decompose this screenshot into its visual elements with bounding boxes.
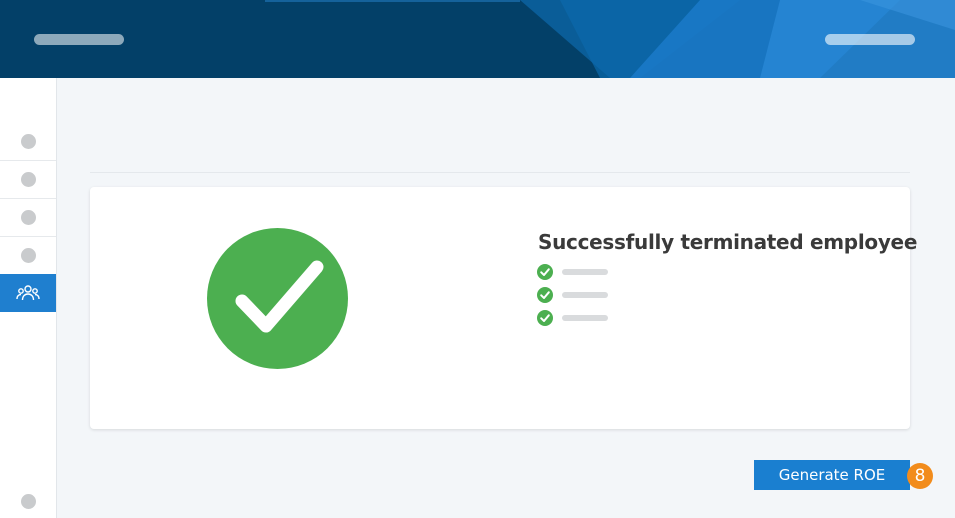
sidebar-item-4[interactable] [0, 237, 56, 275]
step-badge: 8 [907, 463, 933, 489]
circle-icon [20, 172, 36, 187]
placeholder-line [562, 269, 608, 275]
generate-roe-button[interactable]: Generate ROE [754, 460, 910, 490]
check-circle-icon [537, 287, 553, 303]
sidebar [0, 78, 57, 518]
check-circle-icon [537, 310, 553, 326]
banner-graphic [265, 0, 955, 78]
sidebar-item-bottom[interactable] [0, 482, 56, 518]
circle-icon [20, 134, 36, 149]
app-title-placeholder [34, 34, 124, 45]
circle-icon [20, 210, 36, 225]
check-circle-icon [537, 264, 553, 280]
top-banner [0, 0, 955, 78]
checklist-item [537, 264, 608, 280]
checklist-item [537, 287, 608, 303]
success-card: Successfully terminated employee [90, 187, 917, 429]
sidebar-item-employees[interactable] [0, 274, 56, 312]
circle-icon [20, 493, 36, 509]
sidebar-item-1[interactable] [0, 123, 56, 161]
success-check-icon [207, 228, 348, 369]
circle-icon [20, 248, 36, 263]
people-icon [16, 285, 40, 301]
result-title: Successfully terminated employee [538, 230, 918, 254]
sidebar-item-3[interactable] [0, 199, 56, 237]
placeholder-line [562, 315, 608, 321]
placeholder-line [562, 292, 608, 298]
user-menu-placeholder[interactable] [825, 34, 915, 45]
checklist-item [537, 310, 608, 326]
content-divider [90, 172, 910, 173]
sidebar-item-2[interactable] [0, 161, 56, 199]
